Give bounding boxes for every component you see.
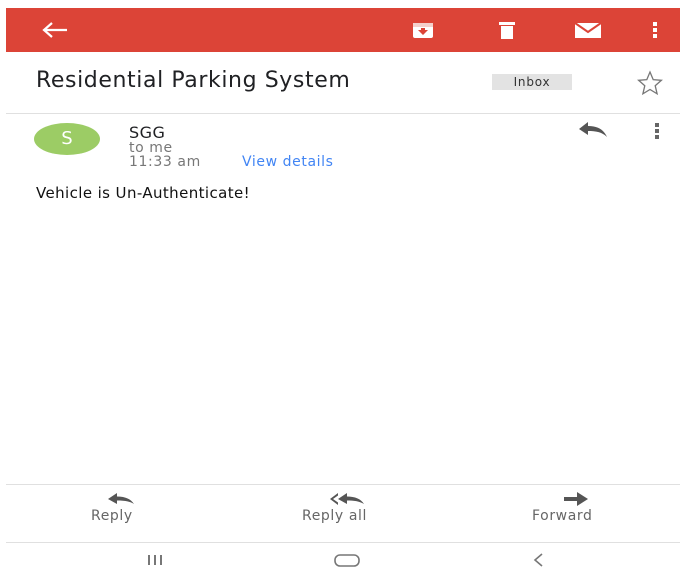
forward-icon — [564, 492, 588, 506]
reply-all-button[interactable]: Reply all — [292, 490, 412, 530]
reply-button[interactable]: Reply — [80, 490, 164, 530]
more-vert-icon[interactable] — [650, 120, 664, 140]
header-divider — [6, 113, 680, 114]
email-body: Vehicle is Un-Authenticate! — [36, 184, 251, 202]
email-time: 11:33 am — [129, 154, 201, 170]
view-details-link[interactable]: View details — [242, 154, 334, 170]
recent-apps-button[interactable] — [130, 550, 180, 570]
back-button[interactable] — [24, 8, 84, 52]
app-bar — [6, 8, 680, 52]
archive-button[interactable] — [398, 8, 448, 52]
back-nav-button[interactable] — [514, 550, 564, 570]
forward-label: Forward — [532, 508, 593, 524]
forward-button[interactable]: Forward — [524, 490, 634, 530]
home-button[interactable] — [322, 550, 372, 570]
recent-apps-icon — [148, 555, 162, 565]
star-icon[interactable] — [636, 69, 664, 97]
more-options-button[interactable] — [640, 8, 670, 52]
archive-icon — [413, 23, 433, 38]
delete-icon — [499, 22, 515, 39]
reply-icon[interactable] — [576, 120, 610, 140]
email-screen: Residential Parking System Inbox S SGG t… — [0, 0, 685, 570]
avatar[interactable]: S — [34, 123, 100, 155]
actions-divider — [6, 484, 680, 485]
reply-icon — [108, 493, 134, 504]
mark-unread-icon — [574, 22, 602, 38]
home-icon — [334, 554, 360, 567]
back-icon — [533, 553, 543, 567]
reply-all-label: Reply all — [302, 508, 367, 524]
email-subject: Residential Parking System — [36, 68, 351, 93]
reply-all-icon — [330, 493, 364, 505]
mark-unread-button[interactable] — [558, 8, 618, 52]
back-arrow-icon — [42, 22, 67, 38]
inbox-label-chip[interactable]: Inbox — [492, 74, 572, 90]
navbar-divider — [6, 542, 680, 543]
delete-button[interactable] — [482, 8, 532, 52]
reply-label: Reply — [91, 508, 133, 524]
more-vert-icon — [653, 22, 657, 38]
